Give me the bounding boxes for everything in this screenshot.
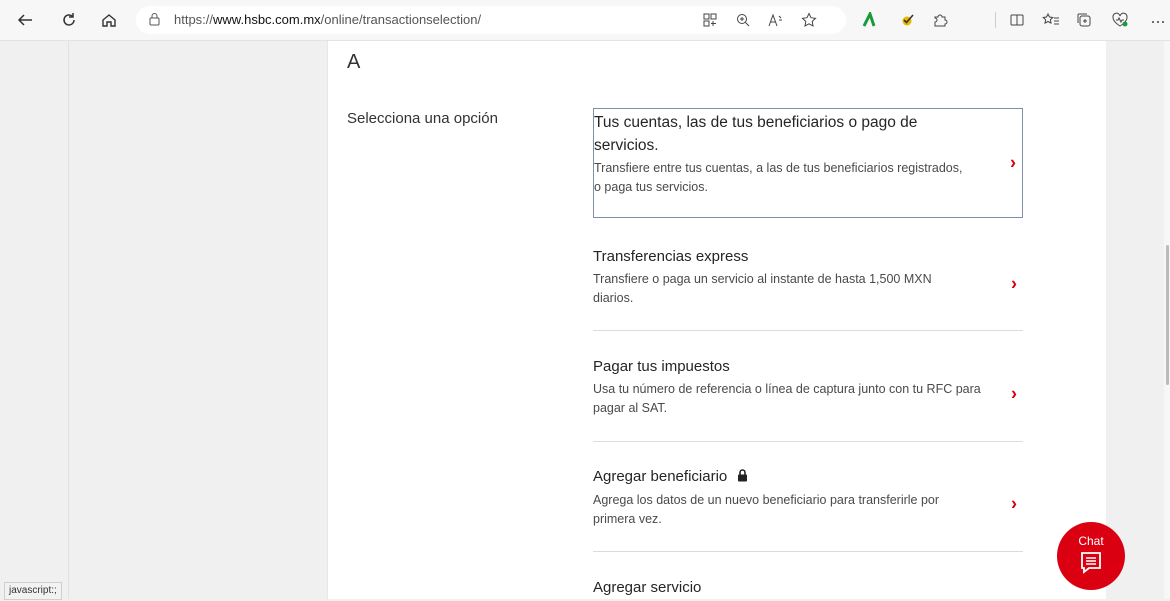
zoom-icon[interactable]	[731, 8, 755, 32]
option-title: Pagar tus impuestos	[593, 358, 730, 375]
page-left-margin	[69, 41, 328, 599]
page-right-margin	[1106, 41, 1164, 599]
extension-a-icon[interactable]	[858, 8, 882, 32]
favorite-star-icon[interactable]	[797, 8, 821, 32]
chat-label: Chat	[1078, 533, 1104, 548]
option-express-transfers[interactable]: Transferencias express Transfiere o paga…	[593, 246, 1023, 322]
padlock-icon	[737, 467, 748, 489]
option-title-row: Agregar beneficiario	[593, 466, 973, 489]
status-bar-link: javascript:;	[4, 582, 62, 600]
option-title: Tus cuentas, las de tus beneficiarios o …	[594, 114, 918, 154]
option-title: Agregar servicio	[593, 579, 702, 596]
browser-toolbar: https://www.hsbc.com.mx/online/transacti…	[0, 0, 1170, 41]
chevron-right-icon: ›	[1011, 273, 1017, 294]
option-pay-taxes[interactable]: Pagar tus impuestos Usa tu número de ref…	[593, 356, 1023, 432]
option-description: Transfiere entre tus cuentas, a las de t…	[594, 161, 963, 194]
collections-icon[interactable]	[1072, 8, 1096, 32]
option-divider	[593, 330, 1023, 331]
url-text[interactable]: https://www.hsbc.com.mx/online/transacti…	[174, 12, 481, 27]
option-description: Agrega los datos de un nuevo beneficiari…	[593, 493, 940, 526]
home-icon[interactable]	[96, 7, 122, 33]
chat-button[interactable]: Chat	[1057, 522, 1125, 590]
browser-essentials-icon[interactable]	[1108, 8, 1132, 32]
split-screen-icon[interactable]	[1005, 8, 1029, 32]
scrollbar-thumb[interactable]	[1166, 245, 1169, 385]
chevron-right-icon: ›	[1011, 493, 1017, 514]
option-own-accounts[interactable]: Tus cuentas, las de tus beneficiarios o …	[593, 108, 1023, 218]
app-view-icon[interactable]	[698, 8, 722, 32]
page-heading: A	[347, 51, 361, 73]
more-options-icon[interactable]	[1146, 8, 1170, 32]
select-option-label: Selecciona una opción	[347, 110, 498, 127]
option-description: Transfiere o paga un servicio al instant…	[593, 272, 932, 305]
toolbar-divider	[995, 12, 996, 28]
option-title: Transferencias express	[593, 248, 749, 265]
option-add-beneficiary[interactable]: Agregar beneficiario Agrega los datos de…	[593, 466, 1023, 542]
option-divider	[593, 441, 1023, 442]
option-title: Agregar beneficiario	[593, 468, 728, 485]
read-aloud-icon[interactable]	[764, 8, 788, 32]
back-icon[interactable]	[12, 7, 38, 33]
chevron-right-icon: ›	[1011, 383, 1017, 404]
left-side-panel	[0, 41, 69, 599]
option-description: Usa tu número de referencia o línea de c…	[593, 382, 981, 415]
favorites-list-icon[interactable]	[1039, 8, 1063, 32]
chevron-right-icon: ›	[1010, 152, 1016, 173]
lock-icon[interactable]	[148, 12, 161, 32]
option-divider	[593, 551, 1023, 552]
option-add-service[interactable]: Agregar servicio	[593, 577, 1023, 601]
refresh-icon[interactable]	[56, 7, 82, 33]
extensions-puzzle-icon[interactable]	[928, 8, 952, 32]
main-content: A Selecciona una opción Tus cuentas, las…	[328, 41, 1106, 599]
extension-check-icon[interactable]	[895, 8, 919, 32]
chat-bubble-icon	[1079, 550, 1103, 579]
